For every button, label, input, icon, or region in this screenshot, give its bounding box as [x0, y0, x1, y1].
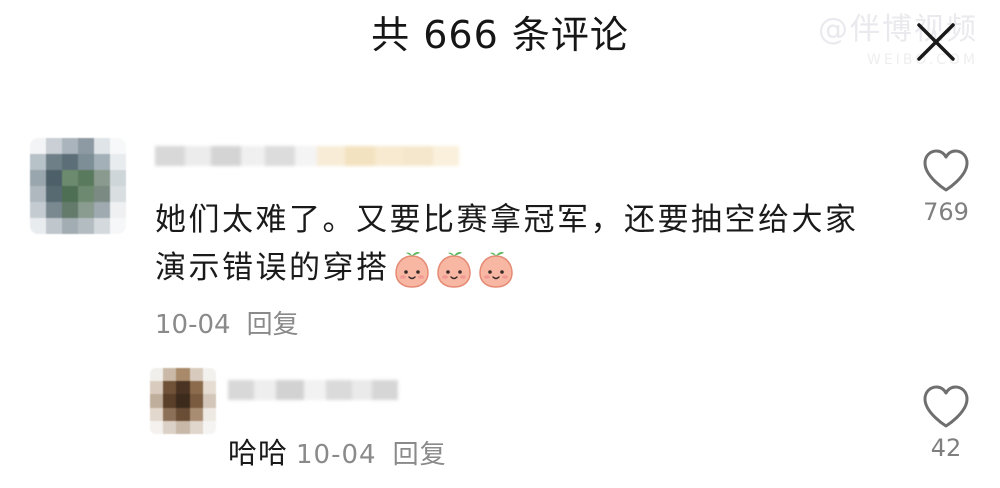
comment-text: 她们太难了。又要比赛拿冠军，还要抽空给大家演示错误的穿搭: [155, 196, 875, 292]
avatar[interactable]: [150, 368, 216, 434]
reply-button[interactable]: 回复: [393, 440, 447, 470]
reply-item: 哈哈 10-04 回复: [228, 430, 447, 472]
reply-button[interactable]: 回复: [247, 310, 299, 340]
close-icon: [917, 23, 955, 61]
username-blurred[interactable]: [155, 146, 459, 166]
comment-count-title: 共 666 条评论: [371, 13, 629, 57]
like-button[interactable]: 769: [916, 148, 976, 226]
like-button[interactable]: 42: [916, 384, 976, 462]
like-count: 42: [930, 434, 962, 462]
reply-date: 10-04: [296, 440, 377, 470]
heart-outline-icon: [923, 385, 969, 428]
comment-meta: 10-04 回复: [155, 304, 299, 341]
peach-face-emoji: [394, 251, 429, 288]
like-count: 769: [923, 198, 969, 226]
emoji-group: [392, 250, 516, 290]
close-button[interactable]: [914, 20, 958, 64]
username-blurred[interactable]: [228, 380, 398, 400]
heart-outline-icon: [923, 149, 969, 192]
peach-face-emoji: [436, 251, 471, 288]
peach-face-emoji: [478, 251, 513, 288]
comments-panel: @伴博视频 WEIBO.COM 共 666 条评论 她们太难了。又要比赛拿冠军，…: [0, 0, 1000, 488]
avatar[interactable]: [30, 138, 126, 234]
comment-date: 10-04: [155, 310, 231, 340]
reply-text: 哈哈: [228, 436, 289, 470]
